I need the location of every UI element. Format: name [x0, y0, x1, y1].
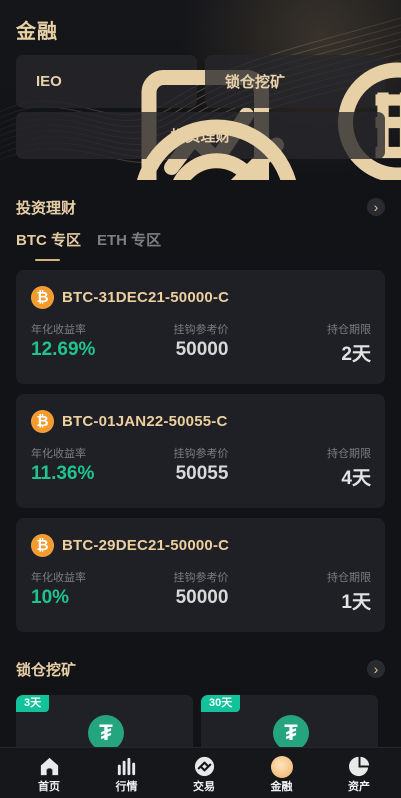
product-name: BTC-31DEC21-50000-C — [62, 288, 230, 306]
chevron-right-icon: › — [373, 199, 379, 215]
reference-price-label: 挂钩参考价 — [173, 324, 229, 336]
product-name: BTC-29DEC21-50000-C — [62, 536, 230, 554]
product-header: ₿ BTC-29DEC21-50000-C — [31, 532, 229, 558]
finance-page: 金融 IEO 锁仓挖矿 投资理财 投资理财 › BTC 专区 ETH 专区 ₿ … — [0, 0, 401, 798]
nav-trade[interactable]: 交易 — [174, 748, 234, 798]
mining-section-header: 锁仓挖矿 › — [16, 657, 385, 681]
bitcoin-icon: ₿ — [31, 285, 54, 309]
nav-assets-label: 资产 — [348, 781, 370, 793]
tab-btc[interactable]: BTC 专区 — [16, 230, 81, 261]
hero-banner: 金融 IEO 锁仓挖矿 投资理财 — [0, 0, 401, 180]
tether-icon: ₮ — [88, 715, 124, 751]
finance-icon — [270, 755, 293, 778]
product-header: ₿ BTC-01JAN22-50055-C — [31, 408, 228, 434]
investment-section-header: 投资理财 › — [16, 195, 385, 219]
term-label: 持仓期限 — [327, 324, 371, 336]
reference-price-value: 50000 — [175, 339, 229, 360]
product-card-btc-31dec21[interactable]: ₿ BTC-31DEC21-50000-C 年化收益率 挂钩参考价 持仓期限 1… — [16, 270, 385, 384]
investment-section-title: 投资理财 — [16, 199, 77, 217]
duration-badge: 30天 — [201, 695, 241, 712]
nav-market-label: 行情 — [115, 781, 138, 793]
term-label: 持仓期限 — [327, 448, 371, 460]
product-header: ₿ BTC-31DEC21-50000-C — [31, 284, 229, 310]
term-value: 2天 — [341, 344, 371, 365]
term-value: 1天 — [341, 592, 371, 613]
nav-trade-label: 交易 — [193, 781, 215, 793]
nav-finance[interactable]: 金融 — [252, 748, 312, 798]
ieo-button[interactable]: IEO — [16, 55, 284, 180]
trade-icon — [193, 755, 216, 778]
rate-label: 年化收益率 — [31, 324, 86, 336]
investment-button[interactable]: 投资理财 — [16, 112, 385, 180]
page-title: 金融 — [16, 21, 58, 43]
nav-home[interactable]: 首页 — [19, 748, 79, 798]
nav-assets[interactable]: 资产 — [329, 748, 389, 798]
product-card-btc-29dec21[interactable]: ₿ BTC-29DEC21-50000-C 年化收益率 挂钩参考价 持仓期限 1… — [16, 518, 385, 632]
chevron-right-icon: › — [373, 661, 379, 677]
tab-eth[interactable]: ETH 专区 — [97, 230, 161, 252]
rate-value: 11.36% — [31, 463, 95, 484]
asset-icon — [348, 755, 371, 778]
active-finance-dot — [270, 755, 293, 778]
term-value: 4天 — [341, 468, 371, 489]
market-icon — [115, 755, 138, 778]
product-name: BTC-01JAN22-50055-C — [62, 412, 228, 430]
mining-section-title: 锁仓挖矿 — [16, 661, 77, 679]
target-icon — [137, 119, 296, 180]
rate-value: 10% — [31, 587, 70, 608]
mining-more-button[interactable]: › — [367, 660, 385, 678]
nav-market[interactable]: 行情 — [97, 748, 157, 798]
rate-label: 年化收益率 — [31, 572, 86, 584]
reference-price-label: 挂钩参考价 — [173, 448, 229, 460]
term-label: 持仓期限 — [327, 572, 371, 584]
investment-more-button[interactable]: › — [367, 198, 385, 216]
bitcoin-icon: ₿ — [31, 533, 54, 557]
reference-price-label: 挂钩参考价 — [173, 572, 229, 584]
nav-home-label: 首页 — [38, 781, 60, 793]
bitcoin-icon: ₿ — [31, 409, 54, 433]
reference-price-value: 50000 — [175, 587, 229, 608]
currency-tabs: BTC 专区 ETH 专区 — [16, 230, 161, 261]
lock-mining-button[interactable]: 锁仓挖矿 — [205, 55, 401, 180]
product-card-btc-01jan22[interactable]: ₿ BTC-01JAN22-50055-C 年化收益率 挂钩参考价 持仓期限 1… — [16, 394, 385, 508]
home-icon — [38, 755, 61, 778]
tether-icon: ₮ — [273, 715, 309, 751]
reference-price-value: 50055 — [175, 463, 229, 484]
duration-badge: 3天 — [16, 695, 50, 712]
rate-label: 年化收益率 — [31, 448, 86, 460]
rate-value: 12.69% — [31, 339, 96, 360]
bottom-navigation: 首页 行情 交易 金融 资产 — [0, 747, 401, 798]
nav-finance-label: 金融 — [270, 781, 293, 793]
